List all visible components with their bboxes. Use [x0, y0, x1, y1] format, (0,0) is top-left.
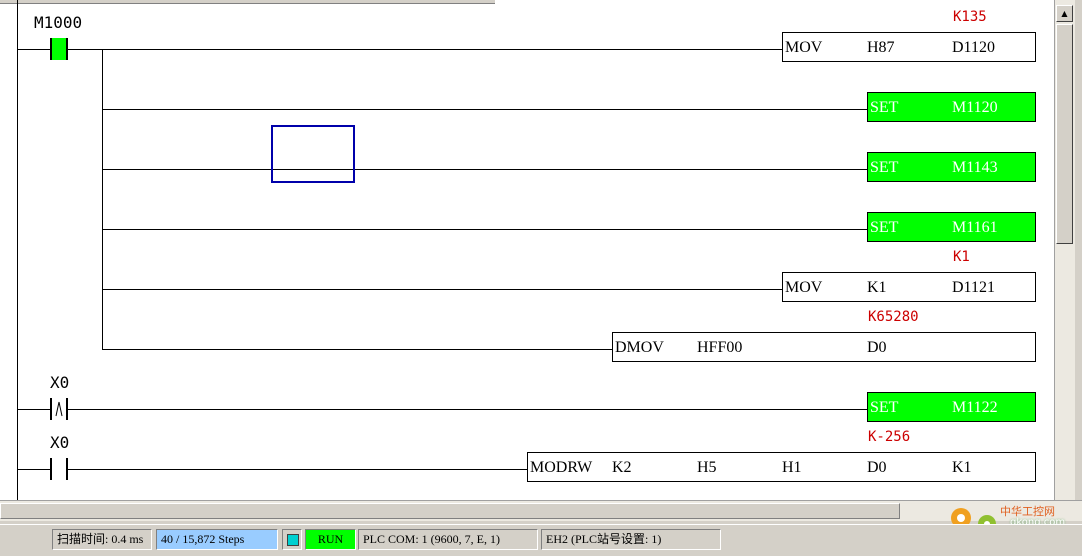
monitor-k135: K135	[953, 9, 987, 25]
operand: M1120	[952, 99, 998, 116]
op: MODRW	[530, 459, 593, 476]
wire	[102, 229, 867, 230]
operand: D1120	[952, 39, 995, 56]
scroll-thumb[interactable]	[1056, 24, 1073, 244]
branch-wire	[102, 49, 103, 350]
operand: M1143	[952, 159, 998, 176]
contact-x0[interactable]	[50, 458, 68, 480]
wire	[18, 409, 50, 410]
operand: D0	[867, 339, 887, 356]
instruction-set-m1143[interactable]: SET M1143	[867, 152, 1036, 182]
op: SET	[870, 99, 899, 116]
instruction-modrw[interactable]: MODRW K2 H5 H1 D0 K1	[527, 452, 1036, 482]
op: DMOV	[615, 339, 664, 356]
wire	[68, 409, 867, 410]
wire	[102, 349, 612, 350]
run-status: RUN	[305, 529, 356, 550]
contact-x0-rising-edge[interactable]	[50, 398, 68, 420]
wire	[68, 49, 782, 50]
wire	[68, 469, 527, 470]
vertical-scrollbar[interactable]: ▲	[1054, 0, 1075, 500]
operand: H5	[697, 459, 717, 476]
station-settings: EH2 (PLC站号设置: 1)	[541, 529, 721, 550]
instruction-mov-h87[interactable]: MOV H87 D1120	[782, 32, 1036, 62]
tab-edge	[0, 0, 495, 4]
ladder-canvas[interactable]: M1000 K135 MOV H87 D1120 SET M1120 SET M…	[0, 0, 1054, 500]
instruction-set-m1161[interactable]: SET M1161	[867, 212, 1036, 242]
monitor-k-256: K-256	[868, 429, 911, 445]
op: SET	[870, 159, 899, 176]
instruction-dmov[interactable]: DMOV HFF00 D0	[612, 332, 1036, 362]
wire	[102, 169, 867, 170]
wire	[102, 109, 867, 110]
comm-settings: PLC COM: 1 (9600, 7, E, 1)	[358, 529, 538, 550]
operand: H87	[867, 39, 895, 56]
horizontal-scrollbar[interactable]	[0, 500, 1082, 521]
op: MOV	[785, 279, 823, 296]
operand: M1122	[952, 399, 998, 416]
edit-cursor	[271, 125, 355, 183]
contact-label-m1000: M1000	[34, 13, 83, 32]
operand: K2	[612, 459, 632, 476]
wire	[18, 49, 50, 50]
scan-time: 扫描时间: 0.4 ms	[52, 529, 152, 550]
op: SET	[870, 399, 899, 416]
operand: D0	[867, 459, 887, 476]
operand: K1	[952, 459, 972, 476]
op: MOV	[785, 39, 823, 56]
monitor-k65280: K65280	[868, 309, 919, 325]
monitor-k1: K1	[953, 249, 970, 265]
contact-m1000[interactable]	[50, 38, 68, 60]
operand: K1	[867, 279, 887, 296]
instruction-set-m1120[interactable]: SET M1120	[867, 92, 1036, 122]
operand: H1	[782, 459, 802, 476]
contact-label-x0: X0	[50, 433, 70, 452]
operand: D1121	[952, 279, 995, 296]
instruction-mov-k1[interactable]: MOV K1 D1121	[782, 272, 1036, 302]
steps-count: 40 / 15,872 Steps	[156, 529, 278, 550]
rising-edge-icon	[55, 401, 63, 417]
wire	[18, 469, 50, 470]
left-power-rail	[17, 0, 18, 500]
status-bar: 扫描时间: 0.4 ms 40 / 15,872 Steps RUN PLC C…	[0, 524, 1082, 556]
instruction-set-m1122[interactable]: SET M1122	[867, 392, 1036, 422]
scroll-up-icon[interactable]: ▲	[1056, 5, 1073, 22]
indicator-icon	[287, 534, 299, 546]
op: SET	[870, 219, 899, 236]
scroll-pane[interactable]	[0, 503, 900, 519]
operand: M1161	[952, 219, 998, 236]
operand: HFF00	[697, 339, 743, 356]
wire	[102, 289, 782, 290]
contact-label-x0-rising: X0	[50, 373, 70, 392]
run-indicator	[282, 529, 302, 550]
